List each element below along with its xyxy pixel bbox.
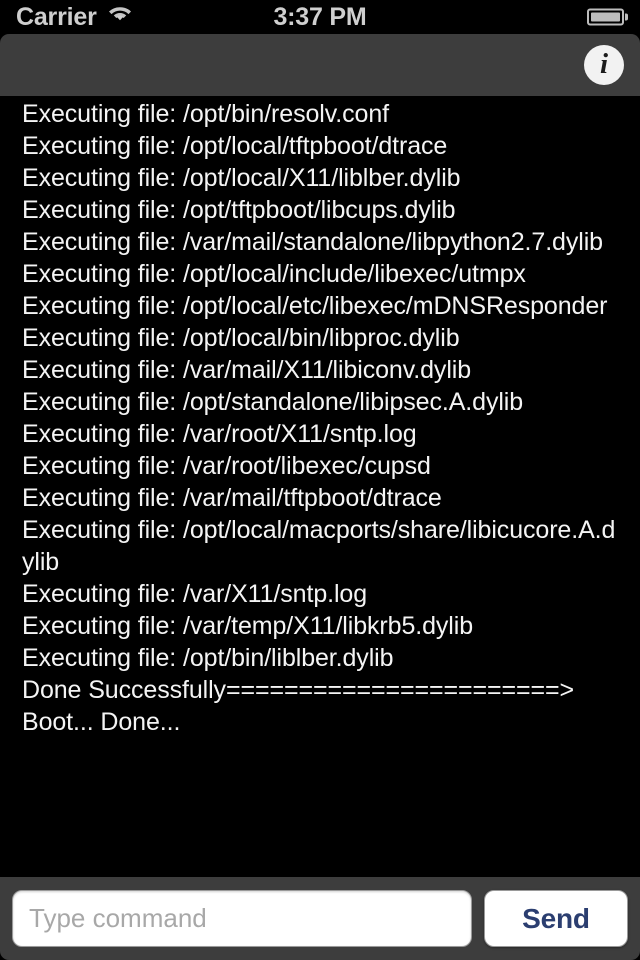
- send-button[interactable]: Send: [484, 890, 628, 947]
- log-line: Executing file: /opt/local/X11/liblber.d…: [22, 164, 461, 192]
- log-line: Executing file: /opt/bin/resolv.conf: [22, 100, 389, 128]
- log-line: Executing file: /opt/tftpboot/libcups.dy…: [22, 196, 456, 224]
- log-line: Executing file: /var/root/libexec/cupsd: [22, 452, 431, 480]
- status-bar-clock: 3:37 PM: [273, 2, 367, 31]
- battery-icon: [587, 8, 628, 26]
- log-line: Executing file: /var/root/X11/sntp.log: [22, 420, 417, 448]
- command-input[interactable]: [12, 890, 472, 947]
- log-line: Executing file: /opt/local/tftpboot/dtra…: [22, 132, 448, 160]
- info-circle-icon[interactable]: i: [584, 45, 624, 85]
- log-line: Done Successfully=======================…: [22, 676, 574, 704]
- log-line: Executing file: /var/mail/standalone/lib…: [22, 228, 603, 256]
- console-output[interactable]: Executing file: /opt/bin/resolv.conf Exec…: [0, 96, 640, 877]
- log-line: Executing file: /var/X11/sntp.log: [22, 580, 368, 608]
- console-log-list: Executing file: /opt/bin/resolv.conf Exec…: [22, 96, 618, 738]
- top-toolbar: i: [0, 34, 640, 96]
- status-bar: Carrier 3:37 PM: [0, 0, 640, 34]
- log-line: Executing file: /var/mail/X11/libiconv.d…: [22, 356, 472, 384]
- log-line: Boot... Done...: [22, 708, 181, 736]
- log-line: Executing file: /var/mail/tftpboot/dtrac…: [22, 484, 442, 512]
- log-line: Executing file: /var/temp/X11/libkrb5.dy…: [22, 612, 474, 640]
- log-line: Executing file: /opt/standalone/libipsec…: [22, 388, 524, 416]
- log-line: Executing file: /opt/local/include/libex…: [22, 260, 526, 288]
- log-line: Executing file: /opt/bin/liblber.dylib: [22, 644, 394, 672]
- command-bar: Send: [0, 877, 640, 960]
- log-line: Executing file: /opt/local/macports/shar…: [22, 516, 616, 576]
- log-line: Executing file: /opt/local/etc/libexec/m…: [22, 292, 608, 320]
- log-line: Executing file: /opt/local/bin/libproc.d…: [22, 324, 460, 352]
- info-button-label: i: [599, 47, 609, 80]
- app-root: Carrier 3:37 PM i Executing file: /opt/b…: [0, 0, 640, 960]
